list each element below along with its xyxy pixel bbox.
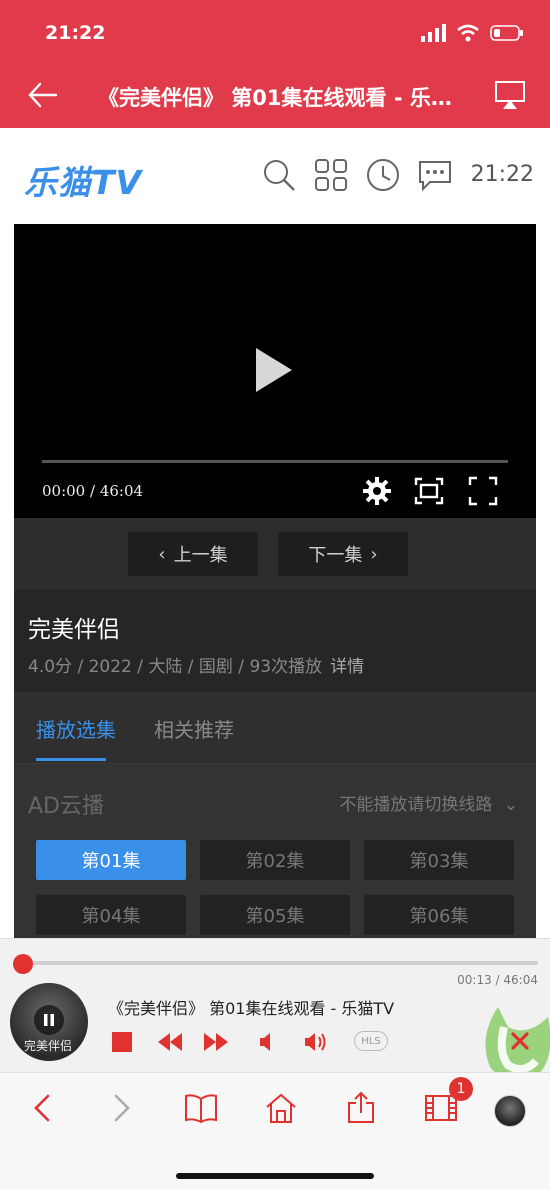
volume-down-icon[interactable] (254, 1027, 282, 1055)
mini-progress-track[interactable] (20, 961, 538, 965)
show-title: 完美伴侣 (28, 617, 120, 643)
video-player[interactable]: 00:00 / 46:04 (14, 224, 536, 518)
mini-player-cover[interactable]: 完美伴侣 (10, 983, 88, 1061)
settings-gear-icon[interactable] (362, 476, 392, 506)
show-meta: 4.0分 / 2022 / 大陆 / 国剧 / 93次播放 详情 (28, 652, 364, 677)
status-time: 21:22 (45, 22, 106, 44)
site-logo[interactable]: 乐猫TV (24, 156, 142, 204)
site-clock: 21:22 (470, 162, 534, 187)
cover-text: 完美伴侣 (24, 1039, 73, 1053)
fullscreen-icon[interactable] (468, 476, 498, 506)
episode-nav-section: ‹ 上一集 下一集 › 完美伴侣 4.0分 / 2022 / 大陆 / 国剧 /… (14, 518, 536, 692)
hls-badge: HLS (354, 1031, 388, 1051)
chevron-down-icon: ⌄ (503, 795, 518, 815)
message-icon[interactable] (418, 158, 452, 192)
browser-toolbar: 1 (0, 1072, 550, 1190)
page-title: 《完美伴侣》 第01集在线观看 - 乐猫TV (98, 86, 468, 110)
show-info: 完美伴侣 4.0分 / 2022 / 大陆 / 国剧 / 93次播放 详情 (14, 590, 536, 692)
title-bar: 《完美伴侣》 第01集在线观看 - 乐猫TV (0, 72, 550, 122)
back-arrow-icon[interactable] (26, 78, 60, 112)
status-icons (420, 24, 524, 42)
chevron-left-icon: ‹ (158, 543, 166, 565)
episode-list: AD云播 不能播放请切换线路 ⌄ 第01集 第02集 第03集 第04集 第05… (14, 764, 536, 940)
play-icon[interactable] (256, 348, 292, 392)
mini-player-time: 00:13 / 46:04 (457, 973, 538, 987)
site-header: 乐猫TV 21:22 (0, 128, 550, 224)
mini-player: 00:13 / 46:04 完美伴侣 《完美伴侣》 第01集在线观看 - 乐猫T… (0, 938, 550, 1081)
mini-player-title: 《完美伴侣》 第01集在线观看 - 乐猫TV (108, 999, 395, 1018)
history-clock-icon[interactable] (366, 158, 400, 192)
back-icon[interactable] (26, 1091, 60, 1125)
tab-recommended[interactable]: 相关推荐 (154, 714, 234, 743)
category-grid-icon[interactable] (314, 158, 348, 192)
forward-icon[interactable] (104, 1091, 138, 1125)
next-episode-button[interactable]: 下一集 › (278, 532, 408, 576)
content-tabs: 播放选集 相关推荐 (14, 692, 536, 764)
mini-progress-knob[interactable] (12, 954, 33, 974)
next-episode-label: 下一集 (308, 545, 363, 566)
browser-header: 21:22 《完美伴侣》 第01集在线观看 - 乐猫TV (0, 0, 550, 128)
prev-episode-button[interactable]: ‹ 上一集 (128, 532, 258, 576)
episode-button[interactable]: 第04集 (36, 895, 186, 935)
tabs-count-badge: 1 (449, 1077, 473, 1101)
source-switch-label: 不能播放请切换线路 (339, 795, 493, 815)
fast-forward-icon[interactable] (202, 1027, 230, 1055)
show-detail-link[interactable]: 详情 (330, 657, 364, 677)
close-icon[interactable] (508, 1029, 532, 1053)
active-tab-underline (36, 758, 106, 761)
airplay-icon[interactable] (494, 80, 526, 110)
bookmarks-book-icon[interactable] (184, 1091, 218, 1125)
battery-icon (490, 25, 523, 41)
home-indicator[interactable] (176, 1173, 374, 1179)
search-icon[interactable] (262, 158, 296, 192)
episode-button[interactable]: 第05集 (200, 895, 350, 935)
stop-icon[interactable] (108, 1027, 136, 1055)
episode-button[interactable]: 第02集 (200, 840, 350, 880)
chevron-right-icon: › (370, 543, 378, 565)
wifi-icon (457, 24, 479, 42)
video-progress-bar[interactable] (42, 460, 508, 463)
show-meta-text: 4.0分 / 2022 / 大陆 / 国剧 / 93次播放 (28, 657, 323, 677)
episode-button[interactable]: 第03集 (364, 840, 514, 880)
share-icon[interactable] (344, 1091, 378, 1125)
pause-icon[interactable] (34, 1005, 64, 1035)
avatar[interactable] (494, 1095, 526, 1127)
tab-episodes[interactable]: 播放选集 (36, 714, 116, 743)
episode-button[interactable]: 第06集 (364, 895, 514, 935)
episode-button[interactable]: 第01集 (36, 840, 186, 880)
signal-icon (421, 24, 446, 42)
volume-up-icon[interactable] (302, 1027, 330, 1055)
prev-episode-label: 上一集 (173, 545, 228, 566)
video-time: 00:00 / 46:04 (42, 482, 144, 500)
picture-in-picture-icon[interactable] (414, 476, 444, 506)
source-name: AD云播 (28, 794, 104, 819)
home-icon[interactable] (264, 1091, 298, 1125)
source-switch[interactable]: 不能播放请切换线路 ⌄ (339, 790, 518, 815)
rewind-icon[interactable] (156, 1027, 184, 1055)
